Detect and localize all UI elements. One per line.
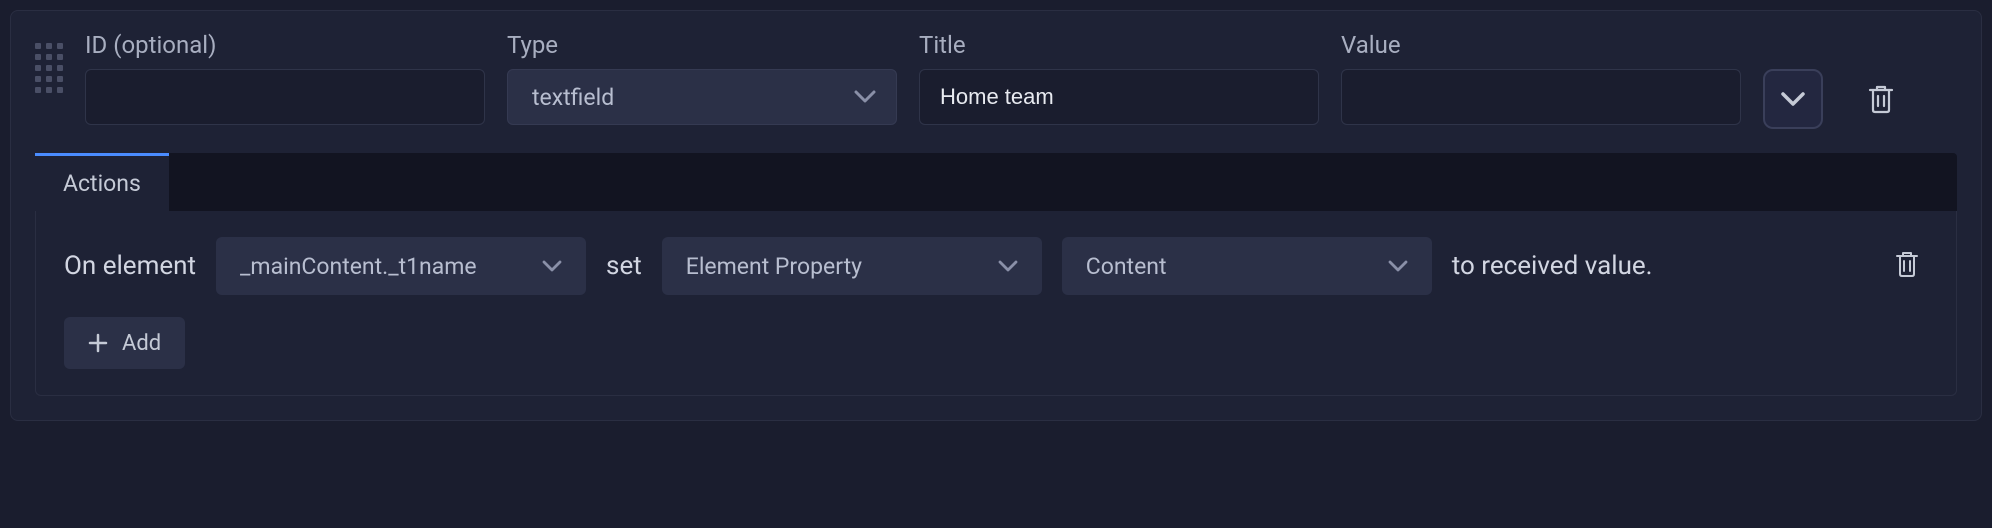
action-set-text: set <box>606 251 642 281</box>
property-select[interactable]: Content <box>1062 237 1432 295</box>
title-input[interactable] <box>919 69 1319 125</box>
chevron-down-icon <box>542 260 562 273</box>
actions-panel: On element _mainContent._t1name set Elem… <box>35 211 1957 396</box>
action-prefix-text: On element <box>64 251 196 281</box>
title-field-group: Title <box>919 31 1319 125</box>
property-type-value: Element Property <box>686 253 862 280</box>
field-row: ID (optional) Type textfield Title Value <box>35 31 1957 129</box>
chevron-down-icon <box>1388 260 1408 273</box>
element-select-value: _mainContent._t1name <box>240 253 477 280</box>
delete-action-button[interactable] <box>1886 242 1928 290</box>
add-button-label: Add <box>122 331 161 356</box>
type-select[interactable]: textfield <box>507 69 897 125</box>
id-input[interactable] <box>85 69 485 125</box>
type-select-value: textfield <box>532 84 614 111</box>
title-label: Title <box>919 31 1319 59</box>
add-button[interactable]: Add <box>64 317 185 369</box>
chevron-down-icon <box>998 260 1018 273</box>
id-label: ID (optional) <box>85 31 485 59</box>
value-input[interactable] <box>1341 69 1741 125</box>
type-field-group: Type textfield <box>507 31 897 125</box>
plus-icon <box>88 333 108 353</box>
action-suffix-text: to received value. <box>1452 251 1653 281</box>
chevron-down-icon <box>1780 91 1806 107</box>
action-row: On element _mainContent._t1name set Elem… <box>64 237 1928 295</box>
tab-actions[interactable]: Actions <box>35 153 169 211</box>
type-label: Type <box>507 31 897 59</box>
drag-handle-icon[interactable] <box>35 43 63 93</box>
trash-icon <box>1867 84 1895 114</box>
chevron-down-icon <box>854 90 876 104</box>
element-select[interactable]: _mainContent._t1name <box>216 237 586 295</box>
id-field-group: ID (optional) <box>85 31 485 125</box>
trash-icon <box>1894 250 1920 278</box>
value-label: Value <box>1341 31 1741 59</box>
property-value: Content <box>1086 253 1167 280</box>
tabs-bar: Actions <box>35 153 1957 211</box>
property-type-select[interactable]: Element Property <box>662 237 1042 295</box>
config-panel: ID (optional) Type textfield Title Value <box>10 10 1982 421</box>
delete-field-button[interactable] <box>1861 69 1901 129</box>
expand-button[interactable] <box>1763 69 1823 129</box>
value-field-group: Value <box>1341 31 1741 125</box>
